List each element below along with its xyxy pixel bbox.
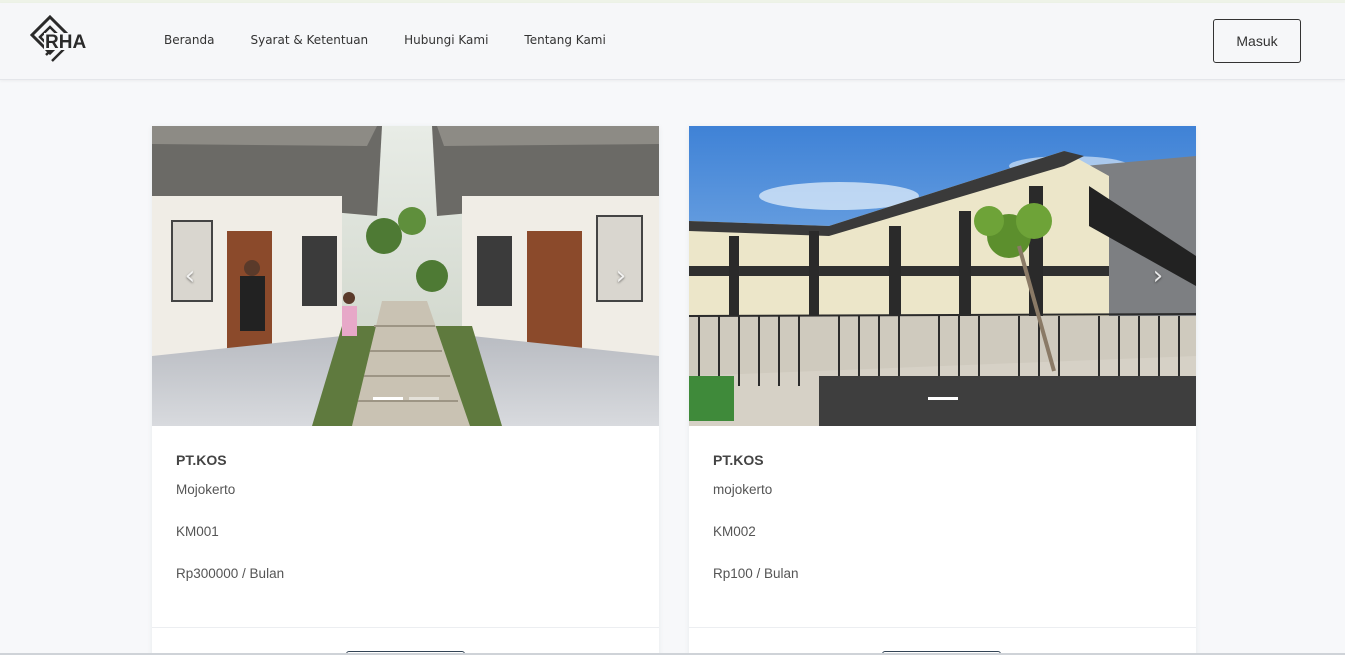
card-footer: [152, 627, 659, 655]
carousel-indicator[interactable]: [372, 397, 403, 400]
login-button[interactable]: Masuk: [1213, 19, 1301, 63]
carousel-next-chevron-right-icon[interactable]: ›: [1148, 261, 1168, 291]
card-body: PT.KOS Mojokerto KM001 Rp300000 / Bulan: [152, 426, 659, 581]
listing-code: KM001: [176, 524, 219, 539]
listing-city: mojokerto: [713, 482, 773, 497]
navbar: RHA Beranda Syarat & Ketentuan Hubungi K…: [0, 3, 1345, 80]
brand-logo[interactable]: RHA: [29, 14, 110, 67]
listing-photo: [689, 126, 1196, 426]
listing-title: PT.KOS: [713, 452, 764, 468]
listing-price: Rp300000 / Bulan: [176, 566, 285, 581]
listing-card: ‹ › PT.KOS Mojokerto KM001 Rp300000 / Bu…: [152, 126, 659, 655]
listing-price: Rp100 / Bulan: [713, 566, 799, 581]
listing-code: KM002: [713, 524, 756, 539]
carousel-indicator[interactable]: [927, 397, 958, 400]
nav-link-tentang-kami[interactable]: Tentang Kami: [524, 33, 605, 47]
listing-photo-carousel: ‹ ›: [152, 126, 659, 426]
listing-city: Mojokerto: [176, 482, 236, 497]
carousel-next-chevron-right-icon[interactable]: ›: [611, 261, 631, 291]
carousel-indicators: [152, 397, 659, 400]
listing-photo: [152, 126, 659, 426]
listing-card: ‹ › PT.KOS mojokerto KM002 Rp100 / Bulan: [689, 126, 1196, 655]
logo-mark-icon: RHA: [29, 14, 106, 62]
listing-title: PT.KOS: [176, 452, 227, 468]
card-footer: [689, 627, 1196, 655]
nav-link-beranda[interactable]: Beranda: [164, 33, 214, 47]
carousel-indicator[interactable]: [408, 397, 439, 400]
card-body: PT.KOS mojokerto KM002 Rp100 / Bulan: [689, 426, 1196, 581]
carousel-indicators: [689, 397, 1196, 400]
svg-text:RHA: RHA: [45, 32, 86, 53]
nav-links: Beranda Syarat & Ketentuan Hubungi Kami …: [164, 33, 642, 47]
nav-link-syarat-ketentuan[interactable]: Syarat & Ketentuan: [250, 33, 368, 47]
listing-photo-carousel: ‹ ›: [689, 126, 1196, 426]
carousel-prev-chevron-left-icon[interactable]: ‹: [180, 261, 200, 291]
nav-link-hubungi-kami[interactable]: Hubungi Kami: [404, 33, 488, 47]
